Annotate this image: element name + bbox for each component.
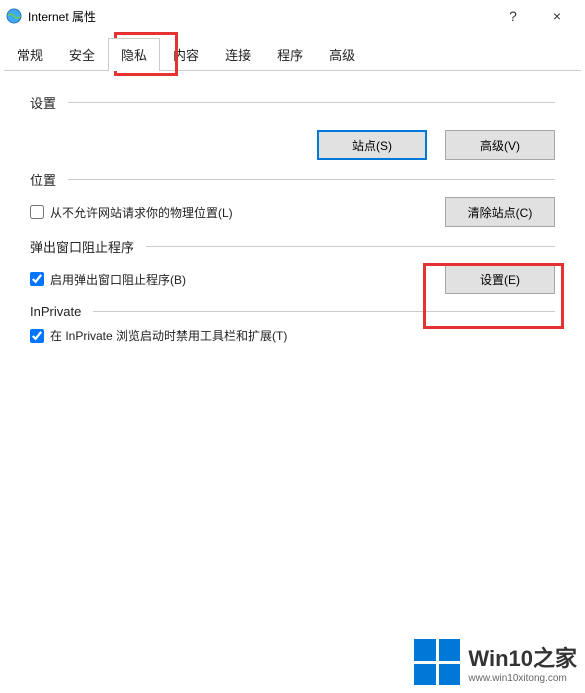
tab-connections[interactable]: 连接 <box>212 38 264 70</box>
tab-content[interactable]: 内容 <box>160 38 212 70</box>
divider <box>68 179 555 180</box>
popup-checkbox[interactable]: 启用弹出窗口阻止程序(B) <box>30 271 186 288</box>
location-checkbox-input[interactable] <box>30 205 44 219</box>
section-popup-title: 弹出窗口阻止程序 <box>30 237 555 256</box>
internet-icon <box>6 8 22 24</box>
watermark-text: Win10之家 www.win10xitong.com <box>468 641 577 684</box>
divider <box>68 102 555 103</box>
section-settings-title: 设置 <box>30 93 555 112</box>
clear-sites-button[interactable]: 清除站点(C) <box>445 197 555 227</box>
inprivate-checkbox-input[interactable] <box>30 329 44 343</box>
popup-settings-button[interactable]: 设置(E) <box>445 264 555 294</box>
windows-logo-icon <box>414 639 460 685</box>
location-checkbox-label: 从不允许网站请求你的物理位置(L) <box>50 204 233 221</box>
location-checkbox[interactable]: 从不允许网站请求你的物理位置(L) <box>30 204 233 221</box>
tab-advanced[interactable]: 高级 <box>316 38 368 70</box>
section-location-title: 位置 <box>30 170 555 189</box>
tab-content-area: 设置 站点(S) 高级(V) 位置 从不允许网站请求你的物理位置(L) 清除站点… <box>0 71 585 344</box>
inprivate-checkbox-label: 在 InPrivate 浏览启动时禁用工具栏和扩展(T) <box>50 327 287 344</box>
section-settings-label: 设置 <box>30 93 56 112</box>
watermark: Win10之家 www.win10xitong.com <box>414 639 577 685</box>
settings-button-row: 站点(S) 高级(V) <box>30 130 555 160</box>
titlebar: Internet 属性 ? × <box>0 0 585 32</box>
sites-button[interactable]: 站点(S) <box>317 130 427 160</box>
tab-security[interactable]: 安全 <box>56 38 108 70</box>
section-location-label: 位置 <box>30 170 56 189</box>
tab-general[interactable]: 常规 <box>4 38 56 70</box>
watermark-url: www.win10xitong.com <box>468 673 577 684</box>
divider <box>93 311 555 312</box>
window-title: Internet 属性 <box>28 8 491 25</box>
tab-programs[interactable]: 程序 <box>264 38 316 70</box>
divider <box>146 246 555 247</box>
popup-checkbox-label: 启用弹出窗口阻止程序(B) <box>50 271 186 288</box>
section-inprivate-title: InPrivate <box>30 304 555 319</box>
watermark-title: Win10之家 <box>468 641 577 673</box>
tab-strip: 常规 安全 隐私 内容 连接 程序 高级 <box>4 38 581 71</box>
advanced-button[interactable]: 高级(V) <box>445 130 555 160</box>
help-button[interactable]: ? <box>491 0 535 32</box>
inprivate-checkbox[interactable]: 在 InPrivate 浏览启动时禁用工具栏和扩展(T) <box>30 327 287 344</box>
close-button[interactable]: × <box>535 0 579 32</box>
section-inprivate-label: InPrivate <box>30 304 81 319</box>
popup-checkbox-input[interactable] <box>30 272 44 286</box>
tab-privacy[interactable]: 隐私 <box>108 38 160 70</box>
section-popup-label: 弹出窗口阻止程序 <box>30 237 134 256</box>
